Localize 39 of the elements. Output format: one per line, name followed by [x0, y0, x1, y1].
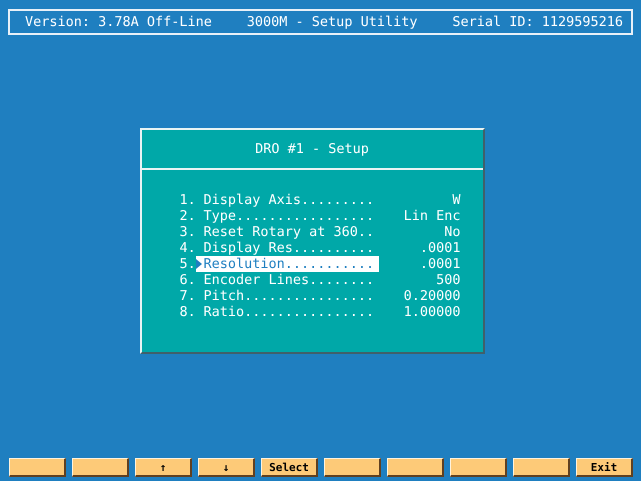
- item-number: 8.: [180, 304, 196, 320]
- blank-function-key[interactable]: [387, 458, 444, 477]
- menu-item[interactable]: Pitch................: [196, 288, 378, 304]
- blank-function-key[interactable]: [513, 458, 570, 477]
- item-number: 2.: [180, 208, 196, 224]
- item-value: 500: [435, 272, 460, 288]
- app-title: 3000M - Setup Utility: [246, 14, 418, 30]
- function-key[interactable]: Select: [261, 458, 318, 477]
- function-key[interactable]: Exit: [576, 458, 633, 477]
- item-value: 1.00000: [402, 304, 460, 320]
- menu-item[interactable]: Type.................: [196, 208, 378, 224]
- item-number: 1.: [180, 192, 196, 208]
- item-value: Lin Enc: [402, 208, 460, 224]
- item-value: No: [443, 224, 460, 240]
- item-number: 4.: [180, 240, 196, 256]
- item-number: 6.: [180, 272, 196, 288]
- menu-item[interactable]: Display Axis.........: [196, 192, 378, 208]
- item-value: 0.20000: [402, 288, 460, 304]
- blank-function-key[interactable]: [450, 458, 507, 477]
- serial-id-text: Serial ID: 1129595216: [452, 14, 623, 30]
- blank-function-key[interactable]: [72, 458, 129, 477]
- item-number: 3.: [180, 224, 196, 240]
- item-value: W: [451, 192, 460, 208]
- item-number: 5.: [180, 256, 196, 272]
- menu-item[interactable]: Ratio................: [196, 304, 378, 320]
- item-value: .0001: [418, 256, 460, 272]
- menu-item[interactable]: Resolution...........: [196, 256, 378, 272]
- version-text: Version: 3.78A Off-Line: [25, 14, 212, 30]
- blank-function-key[interactable]: [324, 458, 381, 477]
- item-number: 7.: [180, 288, 196, 304]
- dialog-title: DRO #1 - Setup: [142, 130, 482, 170]
- function-key[interactable]: ↑: [135, 458, 192, 477]
- pointer-icon: [196, 259, 202, 269]
- menu-item[interactable]: Reset Rotary at 360..: [196, 224, 378, 240]
- menu-item[interactable]: Display Res..........: [196, 240, 378, 256]
- function-key[interactable]: ↓: [198, 458, 255, 477]
- blank-function-key[interactable]: [9, 458, 66, 477]
- menu-item[interactable]: Encoder Lines........: [196, 272, 378, 288]
- item-value: .0001: [418, 240, 460, 256]
